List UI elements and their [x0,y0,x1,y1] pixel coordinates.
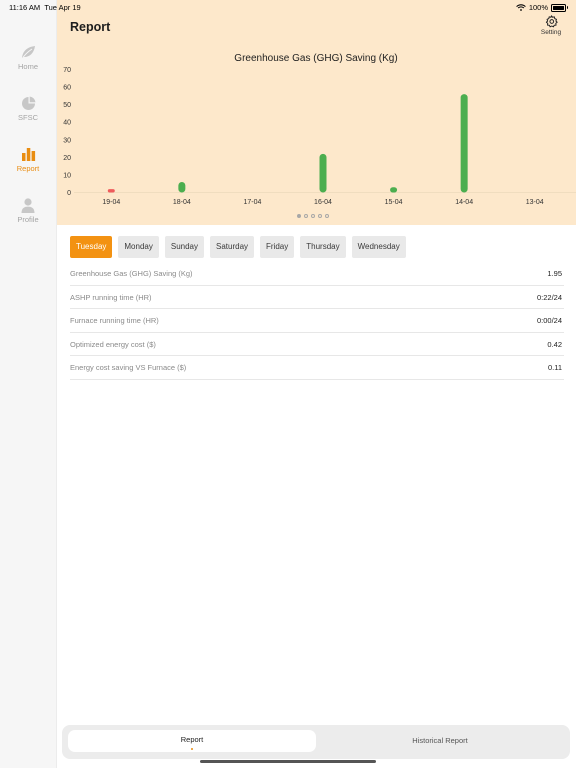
chart-title: Greenhouse Gas (GHG) Saving (Kg) [234,53,397,64]
row-label: Greenhouse Gas (GHG) Saving (Kg) [70,269,193,278]
report-segmented-control: Report Historical Report [62,725,570,759]
tab-report[interactable]: Report [68,730,316,752]
day-tab[interactable]: Sunday [164,236,204,258]
status-bar: 11:16 AM Tue Apr 19 100% [0,0,576,14]
pager-dot[interactable] [297,214,301,218]
home-indicator [200,760,376,763]
x-tick-label: 13-04 [526,199,544,206]
y-tick-label: 20 [63,155,71,162]
y-tick-label: 0 [67,190,71,197]
row-label: Optimized energy cost ($) [70,339,156,349]
row-value: 1.95 [547,269,562,278]
chart-bar[interactable] [390,187,398,193]
pager-dot[interactable] [304,214,308,218]
row-value: 0:00/24 [536,316,562,325]
report-row-furnace: Furnace running time (HR) 0:00/24 [70,309,564,333]
bars [107,94,468,193]
day-tab[interactable]: Monday [118,236,159,258]
x-tick-label: 19-04 [102,199,120,206]
status-time-date: 11:16 AM Tue Apr 19 [9,3,81,12]
sidebar-item-label: SFSC [17,113,38,122]
status-date: Tue Apr 19 [44,3,81,12]
pie-chart-icon [21,96,35,110]
pager-dot[interactable] [325,214,329,218]
y-tick-label: 10 [63,172,71,179]
report-row-ghg: Greenhouse Gas (GHG) Saving (Kg) 1.95 [70,262,564,286]
row-value: 0:22/24 [536,292,562,302]
tab-historical-label: Historical Report [412,736,468,745]
y-tick-label: 60 [63,85,71,92]
sidebar-item-sfsc[interactable]: SFSC [0,96,56,122]
row-value: 0.11 [547,363,562,372]
report-row-energy-cost: Optimized energy cost ($) 0.42 [70,333,564,356]
setting-button[interactable]: Setting [536,15,566,36]
report-row-ashp: ASHP running time (HR) 0:22/24 [70,286,564,309]
bar-chart-icon [21,148,35,161]
x-tick-label: 17-04 [243,199,261,206]
leaf-icon [21,46,35,60]
chart-bar[interactable] [319,153,327,193]
x-tick-label: 18-04 [173,199,191,206]
row-label: ASHP running time (HR) [70,292,152,302]
day-tabs: Tuesday Monday Sunday Saturday Friday Thursda… [70,236,406,258]
chart-bar[interactable] [460,94,468,193]
x-axis-labels: 19-04 18-04 17-04 16-04 15-04 14-04 13-04 [102,199,543,206]
y-tick-label: 30 [63,137,71,144]
report-row-cost-saving: Energy cost saving VS Furnace ($) 0.11 [70,356,564,380]
row-label: Furnace running time (HR) [70,316,159,325]
ghg-bar-chart: Greenhouse Gas (GHG) Saving (Kg) 0 10 20 30… [63,53,576,206]
battery-percent: 100% [528,3,548,12]
day-tab[interactable]: Wednesday [351,236,406,258]
person-icon [21,198,35,213]
day-tab[interactable]: Saturday [210,236,255,258]
sidebar: Home SFSC Report Profile [0,0,57,768]
battery-icon [551,3,568,12]
chart-bar[interactable] [178,181,186,193]
y-tick-label: 40 [63,120,71,127]
day-tab[interactable]: Tuesday [70,236,113,258]
tab-historical-report[interactable]: Historical Report [316,730,564,752]
gear-icon [545,15,558,28]
sidebar-item-label: Profile [17,215,39,224]
status-right: 100% [516,3,568,12]
setting-label: Setting [540,29,562,36]
sidebar-item-home[interactable]: Home [0,45,56,71]
sidebar-item-profile[interactable]: Profile [0,198,56,224]
y-tick-label: 70 [63,67,71,74]
page-title: Report [70,20,111,34]
chart-pager[interactable] [297,214,329,218]
y-tick-label: 50 [63,102,71,109]
x-tick-label: 16-04 [314,199,332,206]
sidebar-item-report[interactable]: Report [0,147,56,173]
sidebar-item-label: Report [16,164,40,173]
pager-dot[interactable] [318,214,322,218]
day-tab[interactable]: Thursday [300,236,346,258]
wifi-icon [516,4,526,11]
row-value: 0.42 [547,339,562,349]
status-time: 11:16 AM [9,3,41,12]
tab-report-label: Report [180,735,204,744]
day-tab[interactable]: Friday [260,236,295,258]
row-label: Energy cost saving VS Furnace ($) [70,363,187,372]
x-tick-label: 14-04 [455,199,473,206]
sidebar-item-label: Home [17,62,38,71]
active-indicator [191,748,193,750]
y-axis: 0 10 20 30 40 50 60 70 [63,67,71,197]
pager-dot[interactable] [311,214,315,218]
report-rows: Greenhouse Gas (GHG) Saving (Kg) 1.95 AS… [70,262,564,380]
chart-bar[interactable] [107,189,115,193]
x-tick-label: 15-04 [385,199,403,206]
